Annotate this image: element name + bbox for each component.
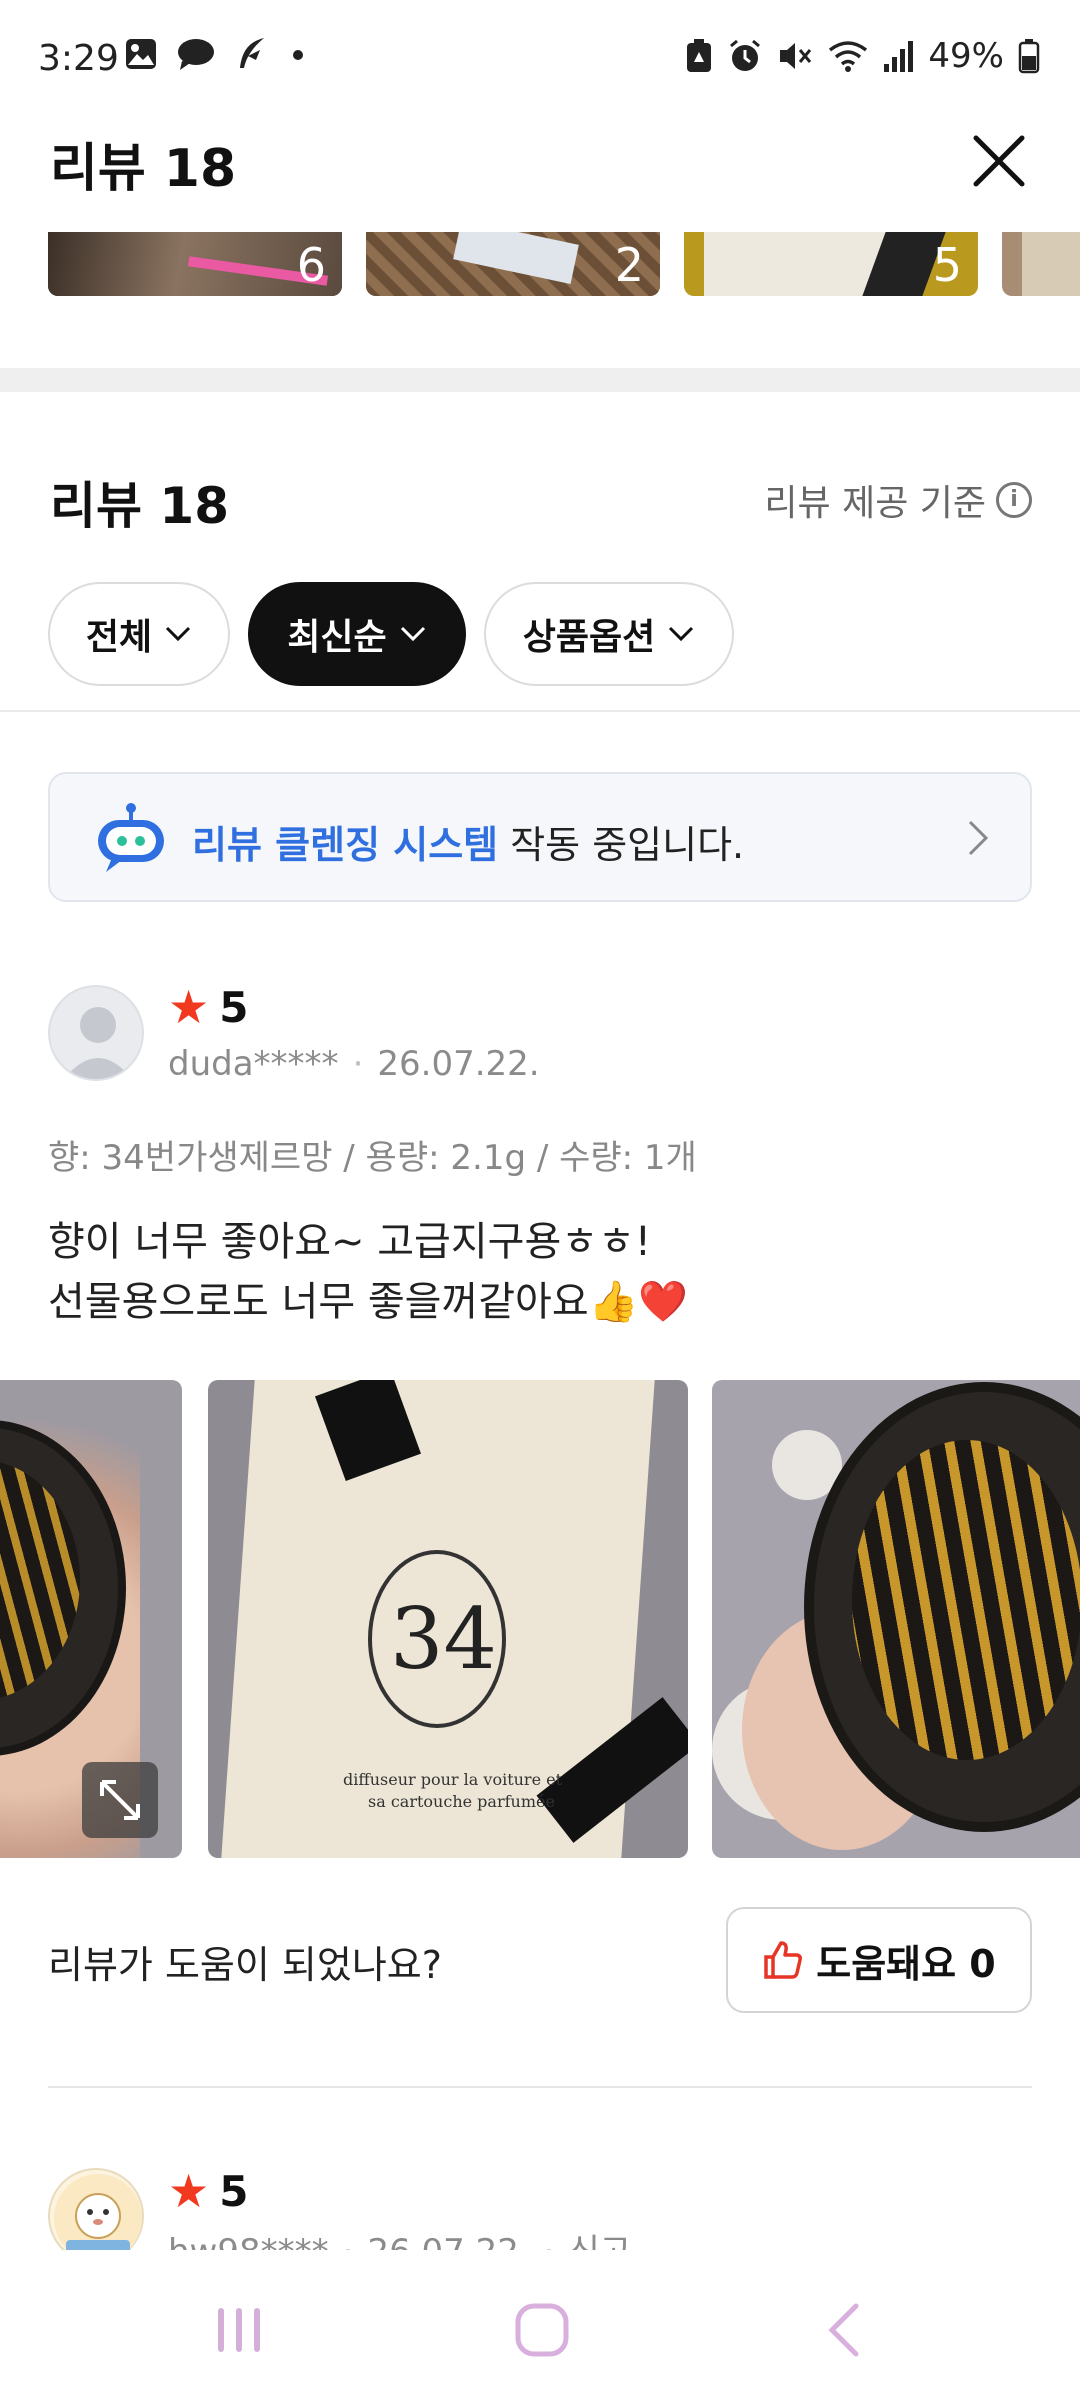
alarm-icon: [730, 39, 761, 71]
status-icons-right: 49%: [684, 36, 1040, 76]
banner-highlight: 리뷰 클렌징 시스템: [192, 823, 499, 867]
filter-chip-sort-latest[interactable]: 최신순: [248, 582, 466, 686]
signal-icon: [884, 41, 914, 72]
gallery-icon: [126, 39, 156, 69]
review-separator: [48, 2086, 1032, 2088]
info-icon: i: [996, 482, 1032, 518]
status-bar: 3:29 49%: [0, 0, 1080, 122]
home-button[interactable]: [514, 2302, 570, 2358]
review-cleansing-banner[interactable]: 리뷰 클렌징 시스템 작동 중입니다.: [48, 772, 1032, 902]
status-time: 3:29: [38, 38, 119, 79]
avatar: [48, 985, 144, 1081]
thumbnail-count: 6: [296, 238, 326, 292]
photo-thumbnail[interactable]: 6: [48, 232, 342, 296]
chevron-right-icon: [968, 820, 989, 856]
system-nav-bar: [0, 2270, 1080, 2400]
thumbs-up-icon: [764, 1941, 803, 1979]
chevron-down-icon: [669, 626, 694, 642]
filter-divider: [0, 710, 1080, 712]
photo-thumbnail[interactable]: 5: [684, 232, 978, 296]
rating-value: 5: [219, 2166, 249, 2216]
dot-icon: [293, 50, 303, 60]
photo-thumbnail[interactable]: 2: [366, 232, 660, 296]
robot-icon: [98, 803, 164, 872]
back-button[interactable]: [826, 2302, 862, 2358]
review-photo[interactable]: [712, 1380, 1080, 1858]
review-photo[interactable]: 34 diffuseur pour la voiture et sa carto…: [208, 1380, 688, 1858]
filter-chip-all[interactable]: 전체: [48, 582, 230, 686]
star-icon: ★: [168, 980, 210, 1034]
thumbnail-count: 5: [932, 238, 962, 292]
chat-icon: [178, 39, 214, 70]
status-icons-left: [124, 36, 308, 72]
helpful-question: 리뷰가 도움이 되었나요?: [48, 1943, 442, 1987]
battery-icon: [1018, 39, 1040, 74]
rating: ★ 5: [168, 2164, 248, 2218]
battery-saver-icon: [687, 39, 712, 72]
filter-chip-label: 상품옵션: [522, 617, 656, 658]
review-author: duda*****: [168, 1044, 339, 1084]
review-option: 향: 34번가생제르망 / 용량: 2.1g / 수량: 1개: [48, 1138, 697, 1178]
helpful-button[interactable]: 도움돼요 0: [726, 1907, 1032, 2013]
expand-icon: [100, 1780, 140, 1820]
section-divider: [0, 368, 1080, 392]
filter-chip-product-option[interactable]: 상품옵션: [484, 582, 734, 686]
star-icon: ★: [168, 2164, 210, 2218]
helpful-button-label: 도움돼요 0: [816, 1941, 996, 1986]
review-date: 26.07.22.: [377, 1044, 540, 1084]
expand-photo-button[interactable]: [82, 1762, 158, 1838]
close-button[interactable]: [968, 130, 1030, 192]
photo-thumbnail[interactable]: [1002, 232, 1080, 296]
review-body: 향이 너무 좋아요~ 고급지구용ㅎㅎ! 선물용으로도 너무 좋을꺼같아요👍❤️: [48, 1219, 689, 1325]
reviews-section-title: 리뷰 18: [50, 477, 229, 535]
battery-percent: 49%: [928, 36, 1004, 76]
review-meta: duda***** · 26.07.22.: [168, 1044, 540, 1084]
review-policy-link[interactable]: 리뷰 제공 기준 i: [764, 474, 1032, 526]
review-policy-label: 리뷰 제공 기준: [764, 483, 986, 524]
chevron-down-icon: [166, 626, 191, 642]
rating-value: 5: [219, 982, 249, 1032]
close-icon: [973, 135, 1025, 187]
feather-icon: [240, 38, 264, 68]
banner-text: 작동 중입니다.: [498, 823, 745, 867]
rating: ★ 5: [168, 980, 248, 1034]
filter-chip-label: 전체: [85, 617, 153, 658]
recent-apps-button[interactable]: [214, 2304, 264, 2356]
mute-icon: [780, 43, 812, 69]
wifi-icon: [829, 41, 868, 72]
thumbnail-count: 2: [614, 238, 644, 292]
page-title: 리뷰 18: [50, 139, 237, 199]
filter-chip-label: 최신순: [287, 617, 387, 658]
banner-message: 리뷰 클렌징 시스템 작동 중입니다.: [192, 814, 744, 869]
default-user-icon: [64, 1007, 132, 1079]
chevron-down-icon: [400, 626, 425, 642]
